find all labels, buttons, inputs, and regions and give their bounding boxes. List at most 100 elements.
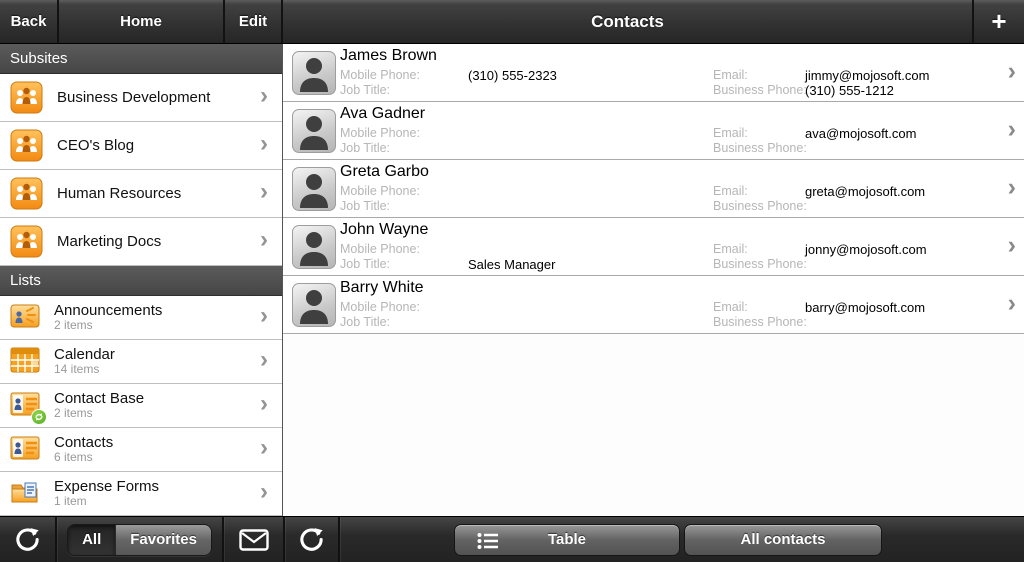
business-phone-label: Business Phone: — [713, 199, 807, 213]
team-site-icon — [10, 177, 43, 210]
filter-all-button[interactable]: All — [68, 524, 116, 555]
job-title-label: Job Title: — [340, 315, 391, 329]
contact-row-ava-gadner[interactable]: Ava Gadner Mobile Phone: Job Title: Emai… — [283, 102, 1024, 160]
add-contact-button[interactable]: + — [972, 0, 1024, 43]
table-view-button[interactable]: Table — [454, 523, 680, 556]
avatar — [292, 167, 336, 211]
email-label: Email: — [713, 300, 748, 314]
chevron-right-icon: › — [1007, 231, 1016, 259]
list-item-text: Calendar 14 items — [54, 346, 260, 377]
sidebar-item-label: Business Development — [57, 89, 211, 106]
refresh-icon — [16, 528, 39, 551]
email-value: jonny@mojosoft.com — [805, 242, 927, 257]
list-item-count: 14 items — [54, 362, 100, 377]
bottom-toolbar-right: Table All contacts — [340, 517, 1024, 562]
sync-badge-icon — [31, 408, 47, 425]
list-item-count: 2 items — [54, 406, 93, 421]
chevron-right-icon: › — [260, 129, 268, 157]
folder-document-icon — [10, 479, 42, 509]
sidebar-item-expense-forms[interactable]: Expense Forms 1 item › — [0, 472, 282, 516]
mobile-phone-label: Mobile Phone: — [340, 68, 420, 82]
sidebar: Subsites Business Development › CEO's Bl… — [0, 44, 283, 516]
list-item-text: Expense Forms 1 item — [54, 478, 260, 509]
main-area: Subsites Business Development › CEO's Bl… — [0, 44, 1024, 516]
list-item-text: Contacts 6 items — [54, 434, 260, 465]
contact-name: James Brown — [340, 47, 437, 64]
job-title-label: Job Title: — [340, 141, 391, 155]
edit-button[interactable]: Edit — [225, 0, 281, 43]
refresh-button[interactable] — [0, 517, 55, 562]
back-button[interactable]: Back — [0, 0, 57, 43]
list-item-title: Contacts — [54, 433, 114, 451]
contact-list: James Brown Mobile Phone: (310) 555-2323… — [283, 44, 1024, 516]
chevron-right-icon: › — [1007, 57, 1016, 85]
contact-row-james-brown[interactable]: James Brown Mobile Phone: (310) 555-2323… — [283, 44, 1024, 102]
avatar — [292, 109, 336, 153]
mobile-phone-label: Mobile Phone: — [340, 242, 420, 256]
business-phone-label: Business Phone: — [713, 257, 807, 271]
mobile-phone-label: Mobile Phone: — [340, 184, 420, 198]
list-item-title: Expense Forms — [54, 477, 160, 495]
email-label: Email: — [713, 242, 748, 256]
lists-section-header: Lists — [0, 266, 282, 296]
business-phone-value: (310) 555-1212 — [805, 83, 894, 98]
contact-name: Greta Garbo — [340, 163, 429, 180]
contact-row-greta-garbo[interactable]: Greta Garbo Mobile Phone: Job Title: Ema… — [283, 160, 1024, 218]
contact-row-john-wayne[interactable]: John Wayne Mobile Phone: Job Title: Sale… — [283, 218, 1024, 276]
table-view-label: Table — [547, 531, 587, 548]
chevron-right-icon: › — [260, 389, 268, 417]
list-item-title: Calendar — [54, 345, 115, 363]
job-title-value: Sales Manager — [468, 257, 556, 272]
email-button[interactable] — [224, 517, 283, 562]
app-window: Back Home Edit Contacts + Subsites Busin… — [0, 0, 1024, 562]
filter-favorites-button[interactable]: Favorites — [115, 524, 211, 555]
list-item-title: Announcements — [54, 301, 163, 319]
sidebar-item-business-development[interactable]: Business Development › — [0, 74, 282, 122]
chevron-right-icon: › — [260, 81, 268, 109]
contact-card-icon — [10, 435, 42, 465]
sidebar-item-announcements[interactable]: Announcements 2 items › — [0, 296, 282, 340]
refresh-list-button[interactable] — [285, 517, 338, 562]
calendar-icon — [10, 347, 42, 377]
email-value: jimmy@mojosoft.com — [805, 68, 930, 83]
contact-name: John Wayne — [340, 221, 429, 238]
list-view-icon — [477, 532, 498, 549]
all-contacts-label: All contacts — [740, 531, 826, 548]
announcement-icon — [10, 303, 42, 333]
chevron-right-icon: › — [1007, 115, 1016, 143]
top-bar-left: Back Home Edit — [0, 0, 283, 43]
email-label: Email: — [713, 126, 748, 140]
chevron-right-icon: › — [260, 177, 268, 205]
email-value: greta@mojosoft.com — [805, 184, 926, 199]
sidebar-item-calendar[interactable]: Calendar 14 items › — [0, 340, 282, 384]
business-phone-label: Business Phone: — [713, 141, 807, 155]
bottom-toolbar: All Favorites Table All contacts — [0, 516, 1024, 562]
chevron-right-icon: › — [260, 477, 268, 505]
chevron-right-icon: › — [1007, 289, 1016, 317]
business-phone-label: Business Phone: — [713, 83, 807, 97]
avatar — [292, 283, 336, 327]
team-site-icon — [10, 81, 43, 114]
sidebar-item-label: Human Resources — [57, 185, 182, 202]
sidebar-item-marketing-docs[interactable]: Marketing Docs › — [0, 218, 282, 266]
chevron-right-icon: › — [260, 345, 268, 373]
team-site-icon — [10, 225, 43, 258]
avatar — [292, 225, 336, 269]
all-contacts-view-button[interactable]: All contacts — [684, 523, 882, 556]
contact-card-icon — [10, 391, 47, 425]
sidebar-item-contact-base[interactable]: Contact Base 2 items › — [0, 384, 282, 428]
email-value: barry@mojosoft.com — [805, 300, 926, 315]
contact-row-barry-white[interactable]: Barry White Mobile Phone: Job Title: Ema… — [283, 276, 1024, 334]
sidebar-item-ceos-blog[interactable]: CEO's Blog › — [0, 122, 282, 170]
home-button[interactable]: Home — [57, 0, 225, 43]
chevron-right-icon: › — [260, 225, 268, 253]
job-title-label: Job Title: — [340, 199, 391, 213]
list-item-count: 2 items — [54, 318, 93, 333]
sidebar-item-contacts[interactable]: Contacts 6 items › — [0, 428, 282, 472]
email-value: ava@mojosoft.com — [805, 126, 917, 141]
sidebar-item-human-resources[interactable]: Human Resources › — [0, 170, 282, 218]
sidebar-item-label: Marketing Docs — [57, 233, 162, 250]
mobile-phone-label: Mobile Phone: — [340, 300, 420, 314]
job-title-label: Job Title: — [340, 257, 391, 271]
contact-name: Ava Gadner — [340, 105, 426, 122]
